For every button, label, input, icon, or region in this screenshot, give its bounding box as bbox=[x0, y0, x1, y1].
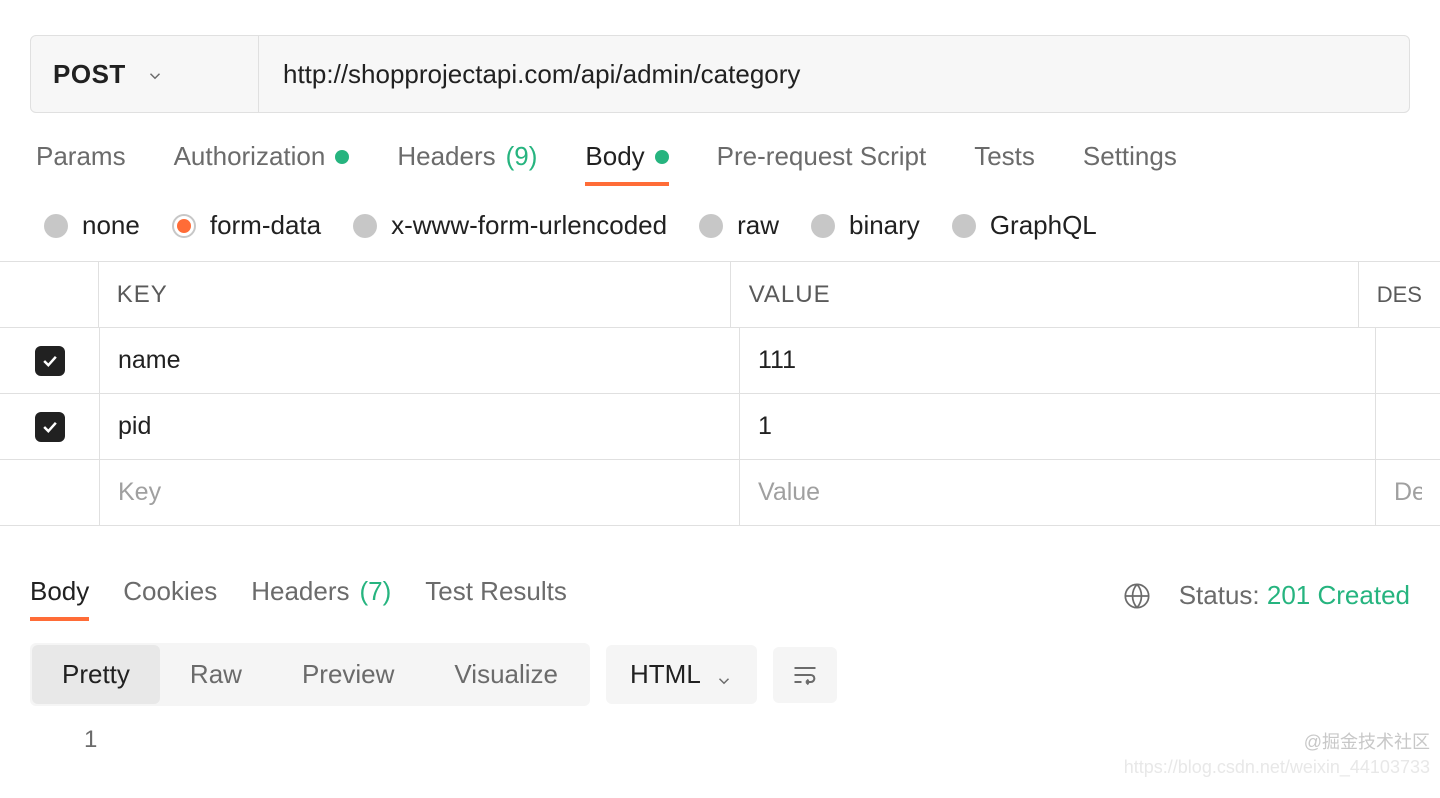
table-row bbox=[0, 328, 1440, 394]
table-header-row: KEY VALUE DES bbox=[0, 262, 1440, 328]
request-tabs: Params Authorization Headers (9) Body Pr… bbox=[36, 141, 1410, 182]
status-value: 201 Created bbox=[1267, 580, 1410, 610]
radio-icon bbox=[44, 214, 68, 238]
response-tabs: Body Cookies Headers (7) Test Results St… bbox=[30, 576, 1410, 615]
row-checkbox[interactable] bbox=[35, 412, 65, 442]
resp-tab-test-results[interactable]: Test Results bbox=[425, 576, 567, 615]
resp-tab-cookies[interactable]: Cookies bbox=[123, 576, 217, 615]
radio-none[interactable]: none bbox=[44, 210, 140, 241]
chevron-down-icon bbox=[715, 666, 733, 684]
radio-icon bbox=[353, 214, 377, 238]
line-number: 1 bbox=[30, 726, 97, 753]
radio-icon bbox=[699, 214, 723, 238]
view-visualize[interactable]: Visualize bbox=[424, 645, 588, 704]
header-description: DES bbox=[1359, 262, 1440, 327]
header-key: KEY bbox=[99, 262, 731, 327]
radio-icon bbox=[811, 214, 835, 238]
method-label: POST bbox=[53, 59, 126, 90]
header-value: VALUE bbox=[731, 262, 1359, 327]
tab-body[interactable]: Body bbox=[585, 141, 668, 182]
watermark: @掘金技术社区 https://blog.csdn.net/weixin_441… bbox=[1124, 730, 1430, 780]
dot-indicator-icon bbox=[335, 150, 349, 164]
tab-authorization[interactable]: Authorization bbox=[174, 141, 350, 182]
view-preview[interactable]: Preview bbox=[272, 645, 424, 704]
value-input[interactable] bbox=[758, 346, 1357, 375]
tab-tests[interactable]: Tests bbox=[974, 141, 1035, 182]
response-view-controls: Pretty Raw Preview Visualize HTML bbox=[30, 643, 1410, 706]
table-row-empty bbox=[0, 460, 1440, 526]
url-input[interactable] bbox=[259, 36, 1409, 112]
table-row bbox=[0, 394, 1440, 460]
key-input[interactable] bbox=[118, 412, 721, 441]
radio-urlencoded[interactable]: x-www-form-urlencoded bbox=[353, 210, 667, 241]
body-type-selector: none form-data x-www-form-urlencoded raw… bbox=[44, 210, 1410, 241]
radio-icon bbox=[172, 214, 196, 238]
view-pretty[interactable]: Pretty bbox=[32, 645, 160, 704]
view-raw[interactable]: Raw bbox=[160, 645, 272, 704]
key-input[interactable] bbox=[118, 346, 721, 375]
wrap-lines-button[interactable] bbox=[773, 647, 837, 703]
response-meta: Status: 201 Created bbox=[1123, 580, 1410, 611]
description-input[interactable] bbox=[1394, 478, 1422, 507]
resp-tab-headers[interactable]: Headers (7) bbox=[251, 576, 391, 615]
radio-graphql[interactable]: GraphQL bbox=[952, 210, 1097, 241]
tab-prerequest[interactable]: Pre-request Script bbox=[717, 141, 927, 182]
method-select[interactable]: POST bbox=[31, 36, 259, 112]
value-input[interactable] bbox=[758, 412, 1357, 441]
radio-raw[interactable]: raw bbox=[699, 210, 779, 241]
form-data-table: KEY VALUE DES bbox=[0, 261, 1440, 526]
chevron-down-icon bbox=[146, 65, 164, 83]
response-section: Body Cookies Headers (7) Test Results St… bbox=[0, 576, 1440, 754]
request-bar: POST bbox=[30, 35, 1410, 113]
tab-settings[interactable]: Settings bbox=[1083, 141, 1177, 182]
globe-icon[interactable] bbox=[1123, 582, 1151, 610]
status-text: Status: 201 Created bbox=[1179, 580, 1410, 611]
format-select[interactable]: HTML bbox=[606, 645, 757, 704]
tab-params[interactable]: Params bbox=[36, 141, 126, 182]
resp-tab-body[interactable]: Body bbox=[30, 576, 89, 615]
key-input[interactable] bbox=[118, 478, 721, 507]
dot-indicator-icon bbox=[655, 150, 669, 164]
radio-form-data[interactable]: form-data bbox=[172, 210, 321, 241]
view-mode-group: Pretty Raw Preview Visualize bbox=[30, 643, 590, 706]
radio-icon bbox=[952, 214, 976, 238]
value-input[interactable] bbox=[758, 478, 1357, 507]
tab-headers[interactable]: Headers (9) bbox=[397, 141, 537, 182]
row-checkbox[interactable] bbox=[35, 346, 65, 376]
radio-binary[interactable]: binary bbox=[811, 210, 920, 241]
